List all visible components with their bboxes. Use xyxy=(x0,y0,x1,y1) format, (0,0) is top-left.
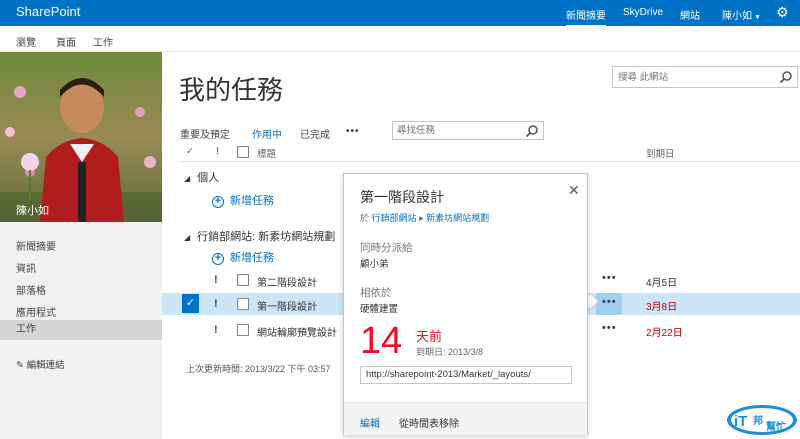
last-updated: 上次更新時間: 2013/3/22 下午 03:57 xyxy=(186,364,331,374)
group-marketing-label: 行銷部網站: 新素坊網站規劃 xyxy=(197,231,336,243)
edit-links[interactable]: ✎ 編輯連結 xyxy=(16,357,65,371)
task-callout: 第一階段設計 ✕ 於 行銷部網站 ▸ 新素坊網站規劃 同時分派給 顧小弟 相依於… xyxy=(343,173,588,435)
more-filters-button[interactable]: ••• xyxy=(346,126,360,137)
breadcrumb-prefix: 於 xyxy=(360,213,370,223)
edit-button[interactable]: 編輯 xyxy=(360,415,380,430)
profile-photo[interactable]: 陳小如 xyxy=(0,52,162,222)
task-due: 4月5日 xyxy=(646,278,678,289)
collapse-triangle-icon: ◢ xyxy=(184,174,191,183)
more-options-button[interactable]: ••• xyxy=(602,272,617,284)
tab-browse[interactable]: 瀏覽 xyxy=(16,34,36,49)
watermark-sub: 邦 xyxy=(753,414,763,427)
topnav-skydrive[interactable]: SkyDrive xyxy=(623,7,663,18)
days-overdue-number: 14 xyxy=(360,320,403,362)
topnav-newsfeed[interactable]: 新聞摘要 xyxy=(566,7,606,27)
task-url-field[interactable]: http://sharepoint-2013/Market/_layouts/ xyxy=(360,366,572,384)
group-personal[interactable]: ◢ 個人 xyxy=(184,169,219,185)
task-search[interactable] xyxy=(392,121,544,140)
close-icon[interactable]: ✕ xyxy=(568,182,580,199)
ithome-watermark-logo: iT 邦 幫忙 xyxy=(727,405,797,435)
breadcrumb-separator-icon: ▸ xyxy=(419,213,424,223)
filter-active[interactable]: 作用中 xyxy=(252,126,282,141)
column-check: ✓ xyxy=(186,146,194,157)
search-icon[interactable] xyxy=(525,124,539,138)
days-ago-label: 天前 xyxy=(416,329,443,344)
important-icon[interactable]: ! xyxy=(214,324,218,336)
remove-from-timeline-button[interactable]: 從時間表移除 xyxy=(399,415,459,430)
add-task-personal[interactable]: + 新增任務 xyxy=(212,192,274,208)
task-title[interactable]: 第一階段設計 xyxy=(257,298,317,313)
left-panel: 陳小如 新聞摘要 資訊 部落格 應用程式 工作 ✎ 編輯連結 xyxy=(0,52,162,439)
related-value: 硬體建置 xyxy=(360,304,399,315)
add-task-label: 新增任務 xyxy=(230,195,274,207)
assigned-value: 顧小弟 xyxy=(360,259,389,270)
edit-links-label: 編輯連結 xyxy=(26,360,65,371)
related-label: 相依於 xyxy=(360,287,392,299)
user-menu[interactable]: 陳小如 ▼ xyxy=(722,7,761,22)
topnav-sites[interactable]: 網站 xyxy=(680,7,700,22)
filter-completed[interactable]: 已完成 xyxy=(300,126,330,141)
ribbon-tabs: 瀏覽 頁面 工作 xyxy=(0,26,800,52)
collapse-triangle-icon: ◢ xyxy=(184,233,191,242)
row-selected-check-icon[interactable]: ✓ xyxy=(182,294,199,313)
tab-page[interactable]: 頁面 xyxy=(56,34,76,49)
search-icon[interactable] xyxy=(779,70,793,84)
watermark-sub2: 幫忙 xyxy=(766,420,786,433)
brand-logo[interactable]: SharePoint xyxy=(16,4,80,19)
profile-name[interactable]: 陳小如 xyxy=(16,202,49,218)
callout-footer: 編輯 從時間表移除 xyxy=(344,402,587,435)
more-options-button[interactable]: ••• xyxy=(602,322,617,334)
site-search-input[interactable] xyxy=(613,67,773,87)
callout-title: 第一階段設計 xyxy=(360,189,444,205)
left-nav-tasks[interactable]: 工作 xyxy=(0,320,162,340)
watermark-main: iT xyxy=(734,413,747,430)
pencil-icon: ✎ xyxy=(16,360,24,371)
add-task-marketing[interactable]: + 新增任務 xyxy=(212,249,274,265)
task-title[interactable]: 網站輪廓預覽設計 xyxy=(257,324,337,339)
assigned-label: 同時分派給 xyxy=(360,242,413,254)
task-due: 3月8日 xyxy=(646,302,678,313)
left-nav-blog[interactable]: 部落格 xyxy=(16,282,46,297)
due-date-line: 到期日: 2013/3/8 xyxy=(416,347,484,357)
task-due: 2月22日 xyxy=(646,328,683,339)
left-nav-about[interactable]: 資訊 xyxy=(16,260,36,275)
add-task-label: 新增任務 xyxy=(230,252,274,264)
plus-circle-icon: + xyxy=(212,196,224,208)
task-title[interactable]: 第二階段設計 xyxy=(257,274,317,289)
breadcrumb-site-link[interactable]: 行銷部網站 xyxy=(372,213,417,223)
tab-tasks[interactable]: 工作 xyxy=(93,34,113,49)
user-name: 陳小如 xyxy=(722,11,752,22)
chevron-down-icon: ▼ xyxy=(754,14,761,21)
task-checkbox[interactable] xyxy=(237,298,249,310)
task-checkbox[interactable] xyxy=(237,274,249,286)
column-title[interactable]: 標題 xyxy=(257,146,276,160)
column-due[interactable]: 到期日 xyxy=(646,146,675,160)
profile-photo-image xyxy=(0,52,162,222)
page-title: 我的任務 xyxy=(179,76,284,106)
more-options-button[interactable]: ••• xyxy=(602,296,617,308)
gear-icon[interactable]: ⚙ xyxy=(776,4,789,21)
breadcrumb-list-link[interactable]: 新素坊網站規劃 xyxy=(426,213,489,223)
left-nav-apps[interactable]: 應用程式 xyxy=(16,304,56,319)
group-marketing[interactable]: ◢ 行銷部網站: 新素坊網站規劃 xyxy=(184,228,335,244)
filter-important[interactable]: 重要及預定 xyxy=(180,126,230,141)
site-search[interactable] xyxy=(612,66,798,88)
task-search-input[interactable] xyxy=(393,122,521,139)
task-checkbox[interactable] xyxy=(237,324,249,336)
left-nav-newsfeed[interactable]: 新聞摘要 xyxy=(16,238,56,253)
important-icon[interactable]: ! xyxy=(214,298,218,310)
header-divider xyxy=(179,161,800,162)
group-personal-label: 個人 xyxy=(197,172,220,184)
suite-bar: SharePoint 新聞摘要 SkyDrive 網站 陳小如 ▼ ⚙ xyxy=(0,0,800,27)
column-important: ! xyxy=(216,146,220,157)
select-all-checkbox[interactable] xyxy=(237,146,249,158)
callout-breadcrumb: 於 行銷部網站 ▸ 新素坊網站規劃 xyxy=(360,211,489,224)
plus-circle-icon: + xyxy=(212,253,224,265)
important-icon[interactable]: ! xyxy=(214,274,218,286)
